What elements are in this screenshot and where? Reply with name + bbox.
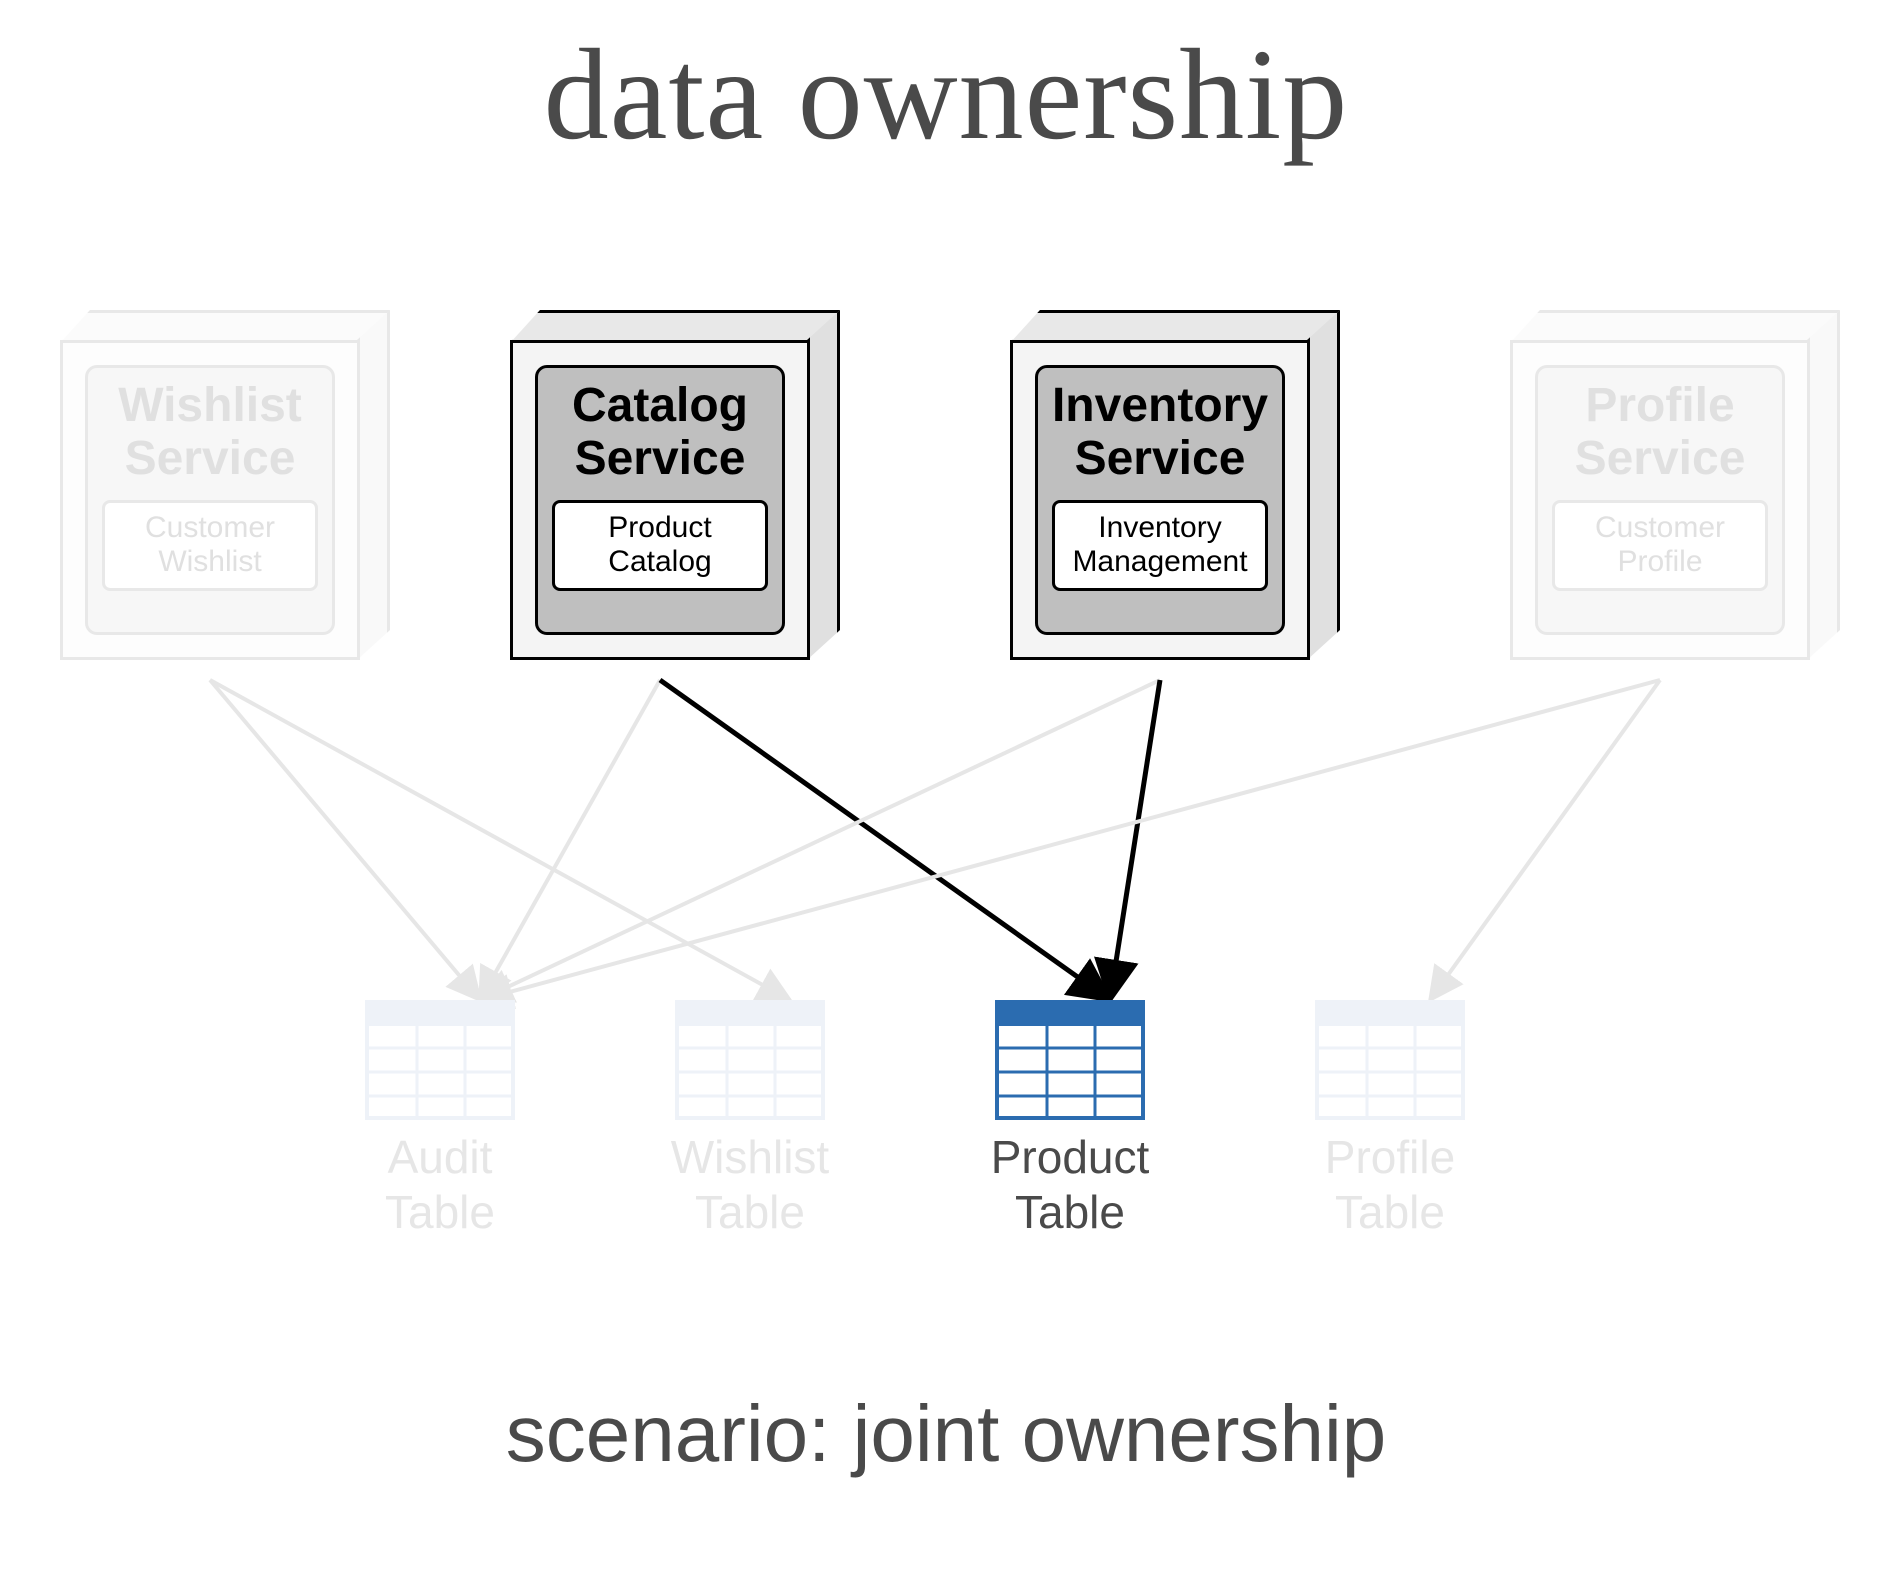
table-profile-table: ProfileTable: [1280, 1000, 1500, 1240]
table-icon: [675, 1000, 825, 1120]
arrow-profile-service-to-profile-table: [1430, 680, 1660, 1000]
table-name: ProductTable: [960, 1130, 1180, 1240]
service-name: ProfileService: [1575, 380, 1746, 486]
arrow-profile-service-to-audit-table: [480, 680, 1660, 1000]
page-title: data ownership: [0, 20, 1892, 170]
service-name: WishlistService: [118, 380, 302, 486]
slide: data ownership WishlistService CustomerWi…: [0, 0, 1892, 1570]
arrow-inventory-service-to-product-table: [1110, 680, 1160, 1000]
arrow-catalog-service-to-audit-table: [480, 680, 660, 1000]
arrow-inventory-service-to-audit-table: [480, 680, 1160, 1000]
service-name: CatalogService: [572, 380, 748, 486]
table-wishlist-table: WishlistTable: [640, 1000, 860, 1240]
service-component: CustomerProfile: [1552, 500, 1768, 591]
service-wishlist-service: WishlistService CustomerWishlist: [60, 310, 390, 660]
service-component: CustomerWishlist: [102, 500, 318, 591]
service-component: ProductCatalog: [552, 500, 768, 591]
service-profile-service: ProfileService CustomerProfile: [1510, 310, 1840, 660]
table-audit-table: AuditTable: [330, 1000, 550, 1240]
table-name: WishlistTable: [640, 1130, 860, 1240]
table-name: ProfileTable: [1280, 1130, 1500, 1240]
table-name: AuditTable: [330, 1130, 550, 1240]
service-name: InventoryService: [1052, 380, 1268, 486]
service-component: InventoryManagement: [1052, 500, 1268, 591]
subtitle: scenario: joint ownership: [0, 1388, 1892, 1480]
table-product-table: ProductTable: [960, 1000, 1180, 1240]
service-catalog-service: CatalogService ProductCatalog: [510, 310, 840, 660]
table-icon: [995, 1000, 1145, 1120]
table-icon: [1315, 1000, 1465, 1120]
service-inventory-service: InventoryService InventoryManagement: [1010, 310, 1340, 660]
table-icon: [365, 1000, 515, 1120]
arrow-wishlist-service-to-wishlist-table: [210, 680, 790, 1000]
arrow-catalog-service-to-product-table: [660, 680, 1110, 1000]
arrow-wishlist-service-to-audit-table: [210, 680, 480, 1000]
arrows-layer: [0, 0, 1892, 1570]
